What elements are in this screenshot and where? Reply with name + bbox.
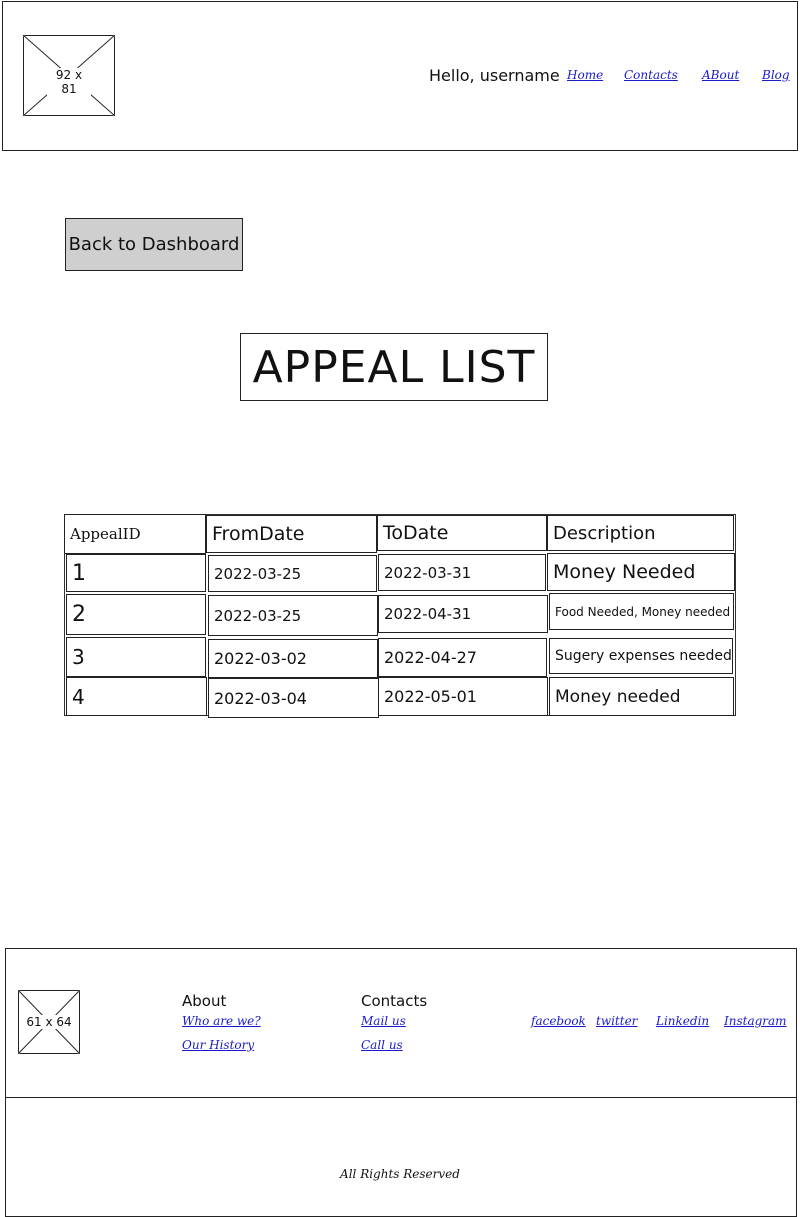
column-header-description: Description (547, 515, 734, 551)
table-cell-appeal-id: 4 (66, 677, 207, 716)
nav-link-home[interactable]: Home (567, 68, 603, 82)
footer-link-who-are-we[interactable]: Who are we? (182, 1014, 261, 1028)
footer-bottom-bar (5, 1097, 797, 1217)
header (2, 1, 798, 151)
table-cell-to-date: 2022-03-31 (378, 554, 546, 591)
table-cell-appeal-id: 3 (66, 637, 206, 677)
table-cell-from-date: 2022-03-25 (208, 595, 378, 636)
column-header-appeal-id: AppealID (64, 514, 206, 554)
table-cell-to-date: 2022-05-01 (378, 677, 548, 716)
table-cell-from-date: 2022-03-02 (208, 639, 378, 678)
user-greeting: Hello, username (429, 66, 560, 85)
nav-link-about[interactable]: ABout (702, 68, 739, 82)
column-header-to-date: ToDate (377, 515, 547, 551)
footer-link-our-history[interactable]: Our History (182, 1038, 254, 1052)
logo-placeholder-label: 92 x 81 (47, 68, 91, 96)
table-cell-from-date: 2022-03-04 (208, 678, 379, 718)
logo-image-placeholder: 92 x 81 (23, 35, 115, 116)
social-link-facebook[interactable]: facebook (531, 1014, 586, 1028)
social-link-twitter[interactable]: twitter (596, 1014, 637, 1028)
footer-link-mail-us[interactable]: Mail us (361, 1014, 406, 1028)
footer-logo-placeholder-label: 61 x 64 (26, 1015, 72, 1029)
table-cell-appeal-id: 2 (66, 594, 206, 635)
nav-link-blog[interactable]: Blog (762, 68, 790, 82)
table-cell-to-date: 2022-04-27 (378, 638, 547, 677)
table-cell-appeal-id: 1 (66, 554, 206, 592)
nav-link-contacts[interactable]: Contacts (624, 68, 678, 82)
copyright-text: All Rights Reserved (340, 1167, 460, 1181)
table-cell-description: Money needed (549, 677, 734, 716)
social-link-instagram[interactable]: Instagram (724, 1014, 787, 1028)
table-cell-from-date: 2022-03-25 (208, 555, 377, 592)
table-cell-to-date: 2022-04-31 (378, 595, 548, 633)
table-cell-description: Sugery expenses needed (549, 638, 733, 674)
footer-about-heading: About (182, 992, 227, 1010)
social-link-linkedin[interactable]: Linkedin (656, 1014, 709, 1028)
page-title: APPEAL LIST (240, 333, 548, 401)
table-cell-description: Money Needed (547, 553, 735, 591)
back-to-dashboard-button[interactable]: Back to Dashboard (65, 218, 243, 271)
footer-link-call-us[interactable]: Call us (361, 1038, 403, 1052)
footer-logo-placeholder: 61 x 64 (18, 990, 80, 1054)
column-header-from-date: FromDate (206, 515, 377, 553)
table-cell-description: Food Needed, Money needed (549, 593, 734, 630)
footer-contacts-heading: Contacts (361, 992, 428, 1010)
